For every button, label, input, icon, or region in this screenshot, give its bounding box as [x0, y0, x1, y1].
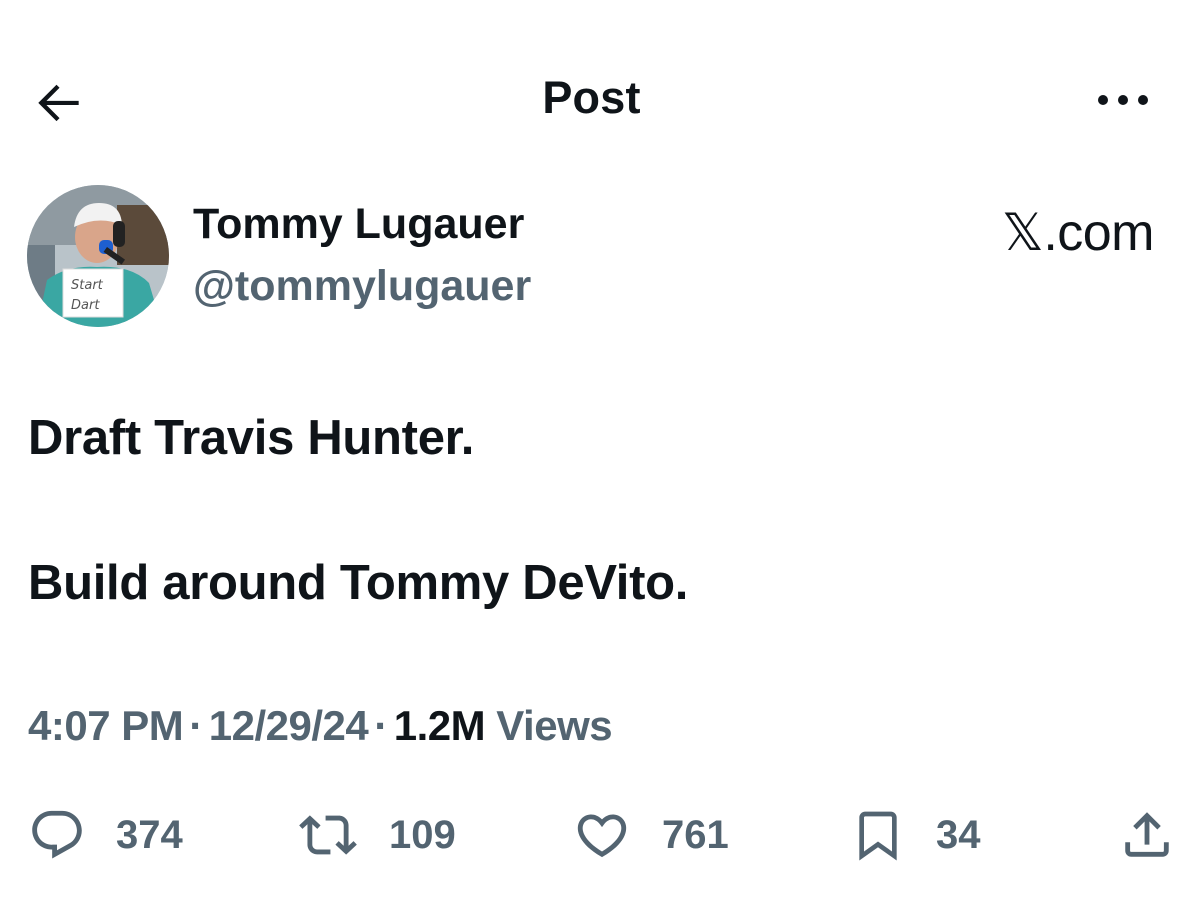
post-meta: 4:07 PM · 12/29/24 · 1.2M Views — [28, 702, 613, 750]
arrow-left-icon — [38, 84, 79, 122]
bookmark-button[interactable]: 34 — [850, 800, 981, 870]
top-bar: Post — [0, 62, 1183, 134]
page-title: Post — [542, 72, 641, 123]
bookmark-count: 34 — [936, 812, 981, 857]
svg-text:Start: Start — [71, 278, 104, 293]
heart-icon — [577, 814, 627, 858]
share-icon — [1125, 812, 1169, 857]
reply-count: 374 — [116, 812, 183, 857]
reply-button[interactable]: 374 — [28, 800, 183, 870]
like-count: 761 — [662, 812, 729, 857]
meta-separator: · — [189, 702, 203, 749]
meta-separator: · — [374, 702, 388, 749]
views-label: Views — [496, 702, 613, 749]
author-handle[interactable]: @tommylugauer — [193, 262, 531, 311]
more-horizontal-icon — [1098, 95, 1148, 105]
like-button[interactable]: 761 — [572, 800, 729, 870]
avatar[interactable]: Start Dart — [27, 185, 169, 327]
share-button[interactable] — [1118, 800, 1176, 870]
repost-button[interactable]: 109 — [297, 800, 456, 870]
author-name[interactable]: Tommy Lugauer — [193, 200, 524, 249]
avatar-photo: Start Dart — [27, 185, 169, 327]
repost-icon — [299, 815, 357, 855]
views-count: 1.2M — [393, 702, 486, 749]
post-time[interactable]: 4:07 PM — [28, 702, 184, 749]
svg-text:Dart: Dart — [71, 298, 100, 313]
bookmark-icon — [859, 811, 897, 861]
back-button[interactable] — [28, 70, 92, 134]
x-com-watermark: 𝕏.com — [1001, 204, 1155, 262]
post-text-line: Build around Tommy DeVito. — [28, 556, 689, 610]
more-options-button[interactable] — [1087, 72, 1159, 128]
post-date[interactable]: 12/29/24 — [209, 702, 369, 749]
post-text-line: Draft Travis Hunter. — [28, 411, 475, 465]
repost-count: 109 — [389, 812, 456, 857]
reply-icon — [32, 810, 82, 859]
action-bar: 374 109 761 34 — [0, 800, 1183, 870]
